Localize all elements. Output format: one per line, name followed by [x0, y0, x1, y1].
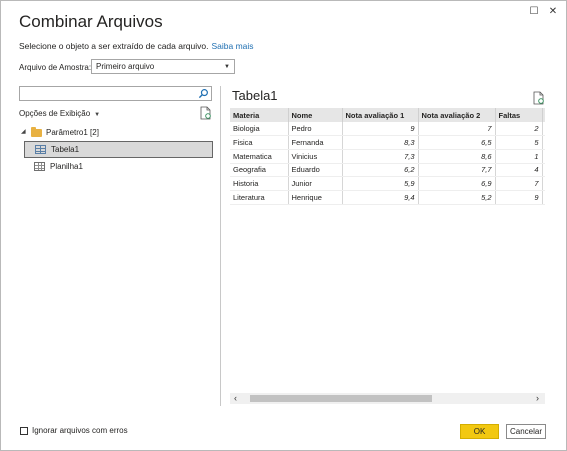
table-cell: 4 — [495, 163, 543, 178]
search-icon — [198, 89, 208, 99]
display-options-menu[interactable]: Opções de Exibição ▼ — [19, 109, 100, 118]
chevron-down-icon: ▼ — [224, 64, 230, 70]
table-row: Historia Junior 5,9 6,9 7 — [230, 176, 545, 191]
caret-down-icon: ▼ — [94, 112, 101, 118]
table-cell — [542, 176, 545, 191]
table-cell: Literatura — [230, 190, 289, 205]
tree-root-label: Parâmetro1 [2] — [46, 128, 99, 137]
expand-triangle-icon[interactable]: ◢ — [21, 125, 29, 140]
cancel-button[interactable]: Cancelar — [506, 424, 546, 439]
column-header[interactable]: Faltas — [495, 108, 543, 122]
dialog-subtitle: Selecione o objeto a ser extraído de cad… — [19, 41, 254, 51]
table-cell: Historia — [230, 176, 289, 191]
table-cell: 7,3 — [342, 149, 419, 164]
subtitle-text: Selecione o objeto a ser extraído de cad… — [19, 41, 209, 51]
table-header-row: Materia Nome Nota avaliação 1 Nota avali… — [230, 108, 545, 122]
table-row: Geografia Eduardo 6,2 7,7 4 — [230, 163, 545, 178]
close-icon[interactable]: ✕ — [546, 4, 560, 18]
table-cell: 7 — [418, 122, 496, 137]
table-cell: 1 — [495, 149, 543, 164]
table-cell: 9 — [342, 122, 419, 137]
preview-title: Tabela1 — [232, 88, 278, 103]
table-cell: Biologia — [230, 122, 289, 137]
ignore-errors-option[interactable]: Ignorar arquivos com erros — [20, 426, 128, 435]
refresh-icon[interactable] — [200, 106, 212, 120]
table-cell: 5,9 — [342, 176, 419, 191]
horizontal-scrollbar[interactable]: ‹ › — [230, 393, 545, 404]
table-cell: Junior — [288, 176, 343, 191]
table-cell: 9,4 — [342, 190, 419, 205]
display-options-label: Opções de Exibição — [19, 109, 91, 118]
table-cell: Henrique — [288, 190, 343, 205]
table-icon — [35, 145, 46, 154]
dialog-title: Combinar Arquivos — [19, 12, 163, 31]
table-cell: 7 — [495, 176, 543, 191]
panel-divider — [220, 86, 221, 406]
ok-button[interactable]: OK — [460, 424, 499, 439]
column-header[interactable]: Materia — [230, 108, 289, 122]
table-cell — [542, 190, 545, 205]
sheet-icon — [34, 162, 45, 171]
tree-root-parameter[interactable]: ◢ Parâmetro1 [2] — [21, 124, 213, 141]
column-header[interactable]: Nota avaliação 1 — [342, 108, 419, 122]
scroll-left-icon[interactable]: ‹ — [234, 393, 237, 404]
table-cell — [542, 149, 545, 164]
table-cell: 6,9 — [418, 176, 496, 191]
tree-item-label: Planilha1 — [50, 162, 83, 171]
preview-grid: Materia Nome Nota avaliação 1 Nota avali… — [230, 108, 545, 388]
table-cell: 5,2 — [418, 190, 496, 205]
scroll-right-icon[interactable]: › — [536, 393, 539, 404]
sample-file-label: Arquivo de Amostra: — [19, 63, 92, 72]
navigator-tree: ◢ Parâmetro1 [2] Tabela1 Planilha1 — [21, 124, 213, 175]
column-header[interactable]: A — [542, 108, 545, 122]
ignore-errors-label: Ignorar arquivos com erros — [32, 426, 128, 435]
maximize-icon[interactable]: ☐ — [527, 4, 541, 18]
search-input[interactable] — [19, 86, 212, 101]
preview-table: Materia Nome Nota avaliação 1 Nota avali… — [230, 108, 545, 205]
folder-icon — [31, 126, 42, 137]
table-row: Biologia Pedro 9 7 2 — [230, 122, 545, 137]
table-cell — [542, 122, 545, 137]
table-cell: Pedro — [288, 122, 343, 137]
sample-file-value: Primeiro arquivo — [96, 62, 155, 71]
tree-item-tabela1[interactable]: Tabela1 — [24, 141, 213, 158]
table-row: Literatura Henrique 9,4 5,2 9 — [230, 190, 545, 205]
table-row: Matematica Vinicius 7,3 8,6 1 — [230, 149, 545, 164]
ignore-errors-checkbox[interactable] — [20, 426, 28, 435]
table-cell: 8,3 — [342, 135, 419, 150]
table-cell: Geografia — [230, 163, 289, 178]
column-header[interactable]: Nome — [288, 108, 343, 122]
table-cell: 9 — [495, 190, 543, 205]
table-cell: 5 — [495, 135, 543, 150]
tree-item-label: Tabela1 — [51, 145, 80, 154]
table-cell — [542, 163, 545, 178]
table-cell: 8,6 — [418, 149, 496, 164]
table-cell: 6,2 — [342, 163, 419, 178]
table-cell: Vinicius — [288, 149, 343, 164]
table-cell: 2 — [495, 122, 543, 137]
table-cell: Fisica — [230, 135, 289, 150]
scrollbar-thumb[interactable] — [250, 395, 432, 402]
table-cell: 6,5 — [418, 135, 496, 150]
table-cell: Matematica — [230, 149, 289, 164]
refresh-preview-icon[interactable] — [533, 91, 545, 105]
table-cell: Fernanda — [288, 135, 343, 150]
learn-more-link[interactable]: Saiba mais — [212, 41, 254, 51]
table-cell: 7,7 — [418, 163, 496, 178]
table-cell: Eduardo — [288, 163, 343, 178]
table-cell — [542, 135, 545, 150]
tree-item-planilha1[interactable]: Planilha1 — [24, 158, 213, 175]
column-header[interactable]: Nota avaliação 2 — [418, 108, 496, 122]
sample-file-dropdown[interactable]: Primeiro arquivo ▼ — [91, 59, 235, 74]
combine-files-dialog: ☐ ✕ Combinar Arquivos Selecione o objeto… — [0, 0, 567, 451]
table-row: Fisica Fernanda 8,3 6,5 5 — [230, 135, 545, 150]
